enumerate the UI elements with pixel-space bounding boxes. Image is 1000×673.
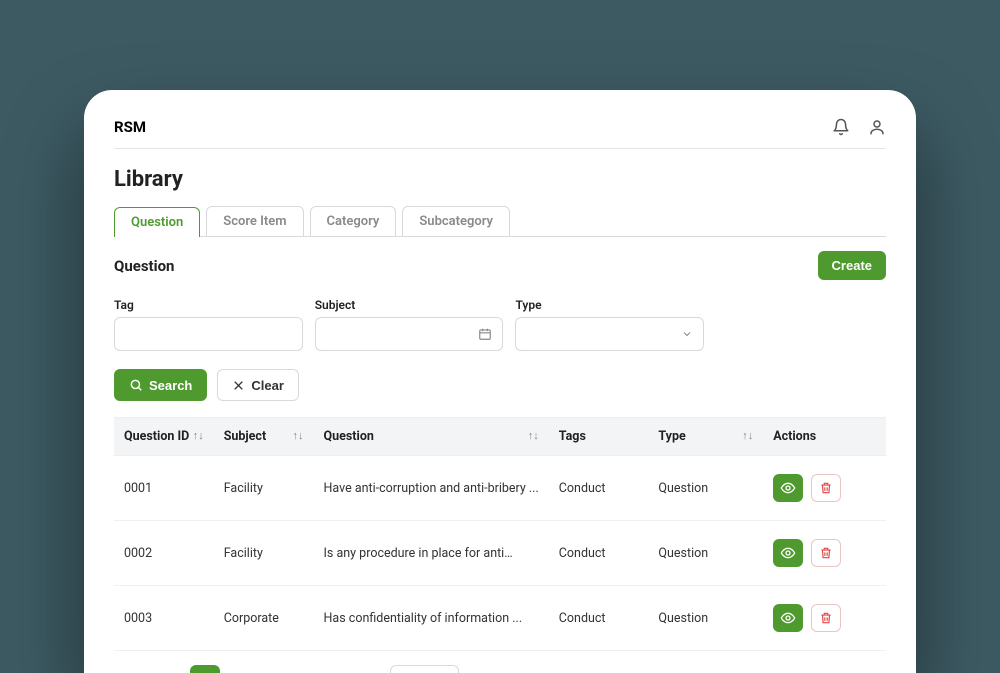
topbar: RSM [114, 118, 886, 149]
cell-id: 0002 [114, 521, 214, 586]
filter-type: Type [515, 298, 704, 351]
search-label: Search [149, 378, 192, 393]
row-actions [773, 539, 876, 567]
page-3[interactable]: 3 [266, 665, 296, 673]
user-icon[interactable] [868, 118, 886, 136]
filter-subject-label: Subject [315, 298, 504, 312]
page-2[interactable]: 2 [228, 665, 258, 673]
filter-tag-label: Tag [114, 298, 303, 312]
filters-row: Tag Subject Type [114, 298, 886, 351]
col-question[interactable]: Question↑↓ [314, 418, 549, 456]
delete-button[interactable] [811, 474, 841, 502]
page-next[interactable]: › [304, 665, 334, 673]
cell-type: Question [648, 521, 763, 586]
table-body: 0001 Facility Have anti-corruption and a… [114, 456, 886, 651]
cell-question: Have anti-corruption and anti-bribery ..… [314, 456, 549, 521]
filter-spacer [716, 298, 886, 351]
cell-id: 0001 [114, 456, 214, 521]
col-subject[interactable]: Subject↑↓ [214, 418, 314, 456]
section-header: Question Create [114, 251, 886, 280]
tab-question[interactable]: Question [114, 207, 200, 237]
app-panel: RSM Library Question Score Item Category… [84, 90, 916, 673]
delete-button[interactable] [811, 604, 841, 632]
search-icon [129, 378, 143, 392]
create-button[interactable]: Create [818, 251, 886, 280]
tab-score-item[interactable]: Score Item [206, 206, 303, 236]
cell-tags: Conduct [549, 456, 649, 521]
col-tags: Tags [549, 418, 649, 456]
col-actions: Actions [763, 418, 886, 456]
bell-icon[interactable] [832, 118, 850, 136]
delete-button[interactable] [811, 539, 841, 567]
page-title: Library [114, 167, 886, 192]
cell-question: Has confidentiality of information ... [314, 586, 549, 651]
search-button[interactable]: Search [114, 369, 207, 401]
tabs: Question Score Item Category Subcategory [114, 206, 886, 237]
sort-icon: ↑↓ [528, 429, 539, 442]
table-header-row: Question ID↑↓ Subject↑↓ Question↑↓ Tags … [114, 418, 886, 456]
filter-buttons: Search Clear [114, 369, 886, 401]
topbar-actions [832, 118, 886, 136]
clear-button[interactable]: Clear [217, 369, 299, 401]
page-size-select[interactable]: 10 ⌄ [390, 665, 459, 673]
clear-label: Clear [251, 378, 284, 393]
tab-category[interactable]: Category [310, 206, 397, 236]
calendar-icon [478, 327, 492, 341]
page-1[interactable]: 1 [190, 665, 220, 673]
cell-tags: Conduct [549, 586, 649, 651]
filter-type-select[interactable] [515, 317, 704, 351]
cell-type: Question [648, 456, 763, 521]
close-icon [232, 379, 245, 392]
tab-subcategory[interactable]: Subcategory [402, 206, 510, 236]
table-row: 0002 Facility Is any procedure in place … [114, 521, 886, 586]
cell-type: Question [648, 586, 763, 651]
col-id[interactable]: Question ID↑↓ [114, 418, 214, 456]
filter-tag-input[interactable] [114, 317, 303, 351]
row-actions [773, 474, 876, 502]
sort-icon: ↑↓ [293, 429, 304, 442]
pagination: « ‹ 1 2 3 › » 10 ⌄ [114, 665, 886, 673]
sort-icon: ↑↓ [742, 429, 753, 442]
questions-table: Question ID↑↓ Subject↑↓ Question↑↓ Tags … [114, 417, 886, 651]
page-first[interactable]: « [114, 665, 144, 673]
page-last[interactable]: » [342, 665, 372, 673]
filter-type-label: Type [515, 298, 704, 312]
section-title: Question [114, 257, 174, 275]
cell-subject: Facility [214, 456, 314, 521]
chevron-down-icon [681, 328, 693, 340]
cell-question: Is any procedure in place for anti… [314, 521, 549, 586]
brand-text: RSM [114, 118, 146, 136]
cell-tags: Conduct [549, 521, 649, 586]
view-button[interactable] [773, 474, 803, 502]
filter-tag: Tag [114, 298, 303, 351]
cell-subject: Facility [214, 521, 314, 586]
cell-id: 0003 [114, 586, 214, 651]
filter-subject-input[interactable] [315, 317, 504, 351]
filter-subject: Subject [315, 298, 504, 351]
view-button[interactable] [773, 539, 803, 567]
view-button[interactable] [773, 604, 803, 632]
col-type[interactable]: Type↑↓ [648, 418, 763, 456]
table-row: 0001 Facility Have anti-corruption and a… [114, 456, 886, 521]
row-actions [773, 604, 876, 632]
page-prev[interactable]: ‹ [152, 665, 182, 673]
cell-subject: Corporate [214, 586, 314, 651]
table-row: 0003 Corporate Has confidentiality of in… [114, 586, 886, 651]
sort-icon: ↑↓ [193, 429, 204, 442]
